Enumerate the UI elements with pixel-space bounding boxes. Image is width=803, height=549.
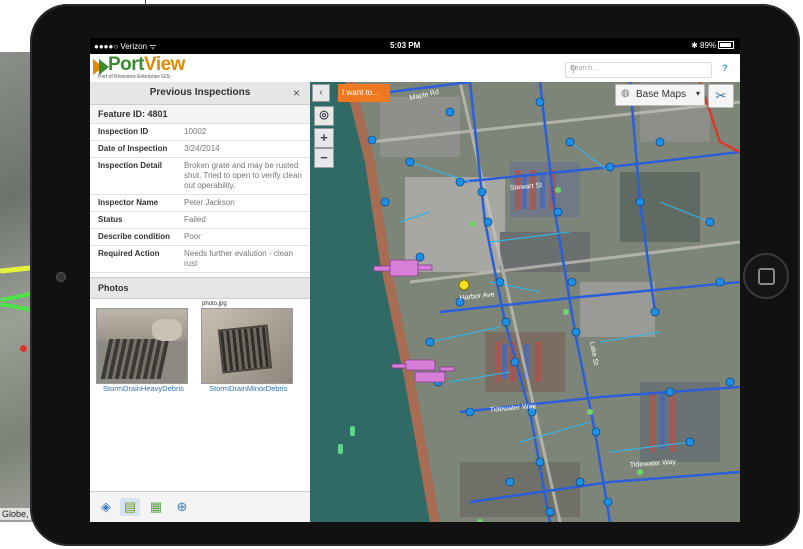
detail-label: Status [98, 215, 123, 224]
photo-caption[interactable]: StormDrainMinorDebris [209, 384, 287, 393]
detail-row: Inspection ID 10002 [90, 124, 310, 141]
inspection-form-icon[interactable]: ▤ [120, 498, 140, 516]
detail-row: Inspection Detail Broken grate and may be… [90, 158, 310, 195]
inspections-panel: Previous Inspections × Feature ID: 4801 … [90, 82, 311, 522]
background-marker [20, 345, 27, 352]
feature-id: Feature ID: 4801 [90, 105, 310, 124]
detail-label: Inspector Name [98, 198, 159, 207]
close-button[interactable]: × [293, 82, 300, 104]
photo-caption[interactable]: StormDrainHeavyDebris [103, 384, 184, 393]
help-icon[interactable]: ? [720, 63, 730, 73]
panel-header: Previous Inspections × [90, 82, 310, 105]
carrier-label: ●●●●○ Verizon ᯤ [94, 42, 157, 51]
chevron-down-icon: ▾ [695, 89, 700, 98]
camera [56, 272, 66, 282]
zoom-out-button[interactable]: − [314, 148, 334, 168]
map-canvas[interactable]: Maple Rd Stewart St Harbor Ave Tidewater… [310, 82, 740, 522]
map-view[interactable]: Maple Rd Stewart St Harbor Ave Tidewater… [310, 82, 740, 522]
detail-value: Failed [184, 215, 206, 224]
app-header: PortView Port of Riverview Enterprise GI… [90, 54, 740, 83]
detail-value: Needs further evalution - clean rust [184, 249, 293, 268]
detail-label: Describe condition [98, 232, 171, 241]
detail-row: Required Action Needs further evalution -… [90, 246, 310, 273]
detail-row: Describe condition Poor [90, 229, 310, 246]
layers-icon[interactable]: ◈ [96, 498, 116, 516]
search-input[interactable]: Search... ⚲ [565, 62, 712, 78]
i-want-to-menu[interactable]: I want to... [338, 84, 390, 102]
clock: 5:03 PM [390, 41, 421, 50]
detail-value: Peter Jackson [184, 198, 235, 207]
selected-feature[interactable] [458, 279, 470, 291]
detail-value: Poor [184, 232, 201, 241]
detail-label: Required Action [98, 249, 160, 258]
base-maps-dropdown[interactable]: ◍ Base Maps ▾ [615, 84, 705, 106]
app-screen: ●●●●○ Verizon ᯤ 5:03 PM ✱ 89% PortView P… [90, 38, 740, 522]
detail-label: Date of Inspection [98, 144, 168, 153]
panel-title: Previous Inspections [149, 87, 251, 98]
base-maps-label: Base Maps [636, 89, 687, 100]
edit-form-icon[interactable]: ▦ [146, 498, 166, 516]
zoom-search-icon[interactable]: ⊕ [172, 498, 192, 516]
logo-subtitle: Port of Riverview Enterprise GIS [98, 74, 170, 80]
detail-value: 3/24/2014 [184, 144, 220, 153]
battery-icon [718, 41, 734, 49]
warehouse-building [380, 97, 460, 157]
globe-icon: ◍ [621, 88, 630, 99]
container-yard [620, 172, 700, 242]
photo-thumbnail[interactable] [201, 308, 293, 384]
detail-value: Broken grate and may be rusted shut. Tri… [184, 161, 302, 190]
photo-filename: photo.jpg [202, 301, 227, 307]
photo-thumbnail[interactable] [96, 308, 188, 384]
battery-status: ✱ 89% [691, 41, 734, 50]
collapse-panel-button[interactable]: ‹ [312, 84, 330, 102]
search-icon: ⚲ [570, 64, 577, 74]
compass-icon[interactable]: ◎ [314, 106, 334, 126]
detail-label: Inspection ID [98, 127, 149, 136]
detail-row: Status Failed [90, 212, 310, 229]
map-attribution: Globe, [0, 508, 31, 520]
zoom-in-button[interactable]: + [314, 128, 334, 148]
home-button[interactable] [743, 253, 789, 299]
app-logo: PortView [108, 54, 185, 75]
status-bar: ●●●●○ Verizon ᯤ 5:03 PM ✱ 89% [90, 38, 740, 54]
detail-row: Date of Inspection 3/24/2014 [90, 141, 310, 158]
zoom-controls: ◎ + − [314, 106, 334, 196]
photos-heading: Photos [90, 277, 310, 299]
detail-row: Inspector Name Peter Jackson [90, 195, 310, 212]
tools-icon[interactable]: ✂ [708, 84, 734, 108]
panel-toolbar: ◈ ▤ ▦ ⊕ [90, 491, 310, 522]
detail-value: 10002 [184, 127, 207, 136]
detail-label: Inspection Detail [98, 161, 163, 170]
home-icon [758, 268, 775, 285]
